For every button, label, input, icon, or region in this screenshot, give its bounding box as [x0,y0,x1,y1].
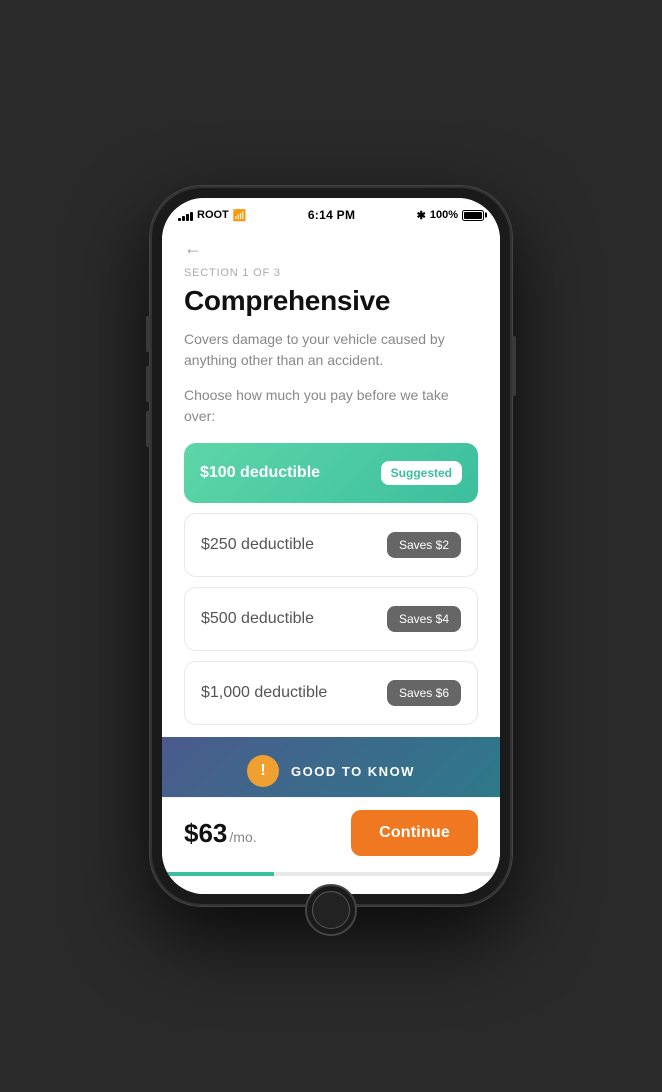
signal-bar-4 [190,212,193,221]
signal-bar-2 [182,216,185,221]
battery-percent: 100% [430,209,458,221]
carrier-name: ROOT [197,209,229,221]
option-500-deductible[interactable]: $500 deductible Saves $4 [184,587,478,651]
suggested-badge: Suggested [381,461,462,485]
option-500-label: $500 deductible [201,610,314,628]
deductible-options: $100 deductible Suggested $250 deductibl… [184,443,478,725]
battery-icon [462,210,484,221]
home-button[interactable] [305,884,357,936]
description-text: Covers damage to your vehicle caused by … [184,329,478,371]
phone-screen: ROOT 📶 6:14 PM ✱ 100% ← [162,198,500,894]
signal-bar-3 [186,214,189,221]
sub-description-text: Choose how much you pay before we take o… [184,385,478,427]
saves-4-badge: Saves $4 [387,606,461,632]
back-arrow-icon: ← [184,238,202,259]
bottom-bar: $63 /mo. Continue [162,797,500,872]
bluetooth-icon: ✱ [417,209,426,222]
option-100-label: $100 deductible [200,464,320,482]
section-label: SECTION 1 OF 3 [184,267,478,279]
saves-6-badge: Saves $6 [387,680,461,706]
phone-frame: ROOT 📶 6:14 PM ✱ 100% ← [150,186,512,906]
option-1000-label: $1,000 deductible [201,684,327,702]
option-1000-deductible[interactable]: $1,000 deductible Saves $6 [184,661,478,725]
saves-2-badge: Saves $2 [387,532,461,558]
back-button[interactable]: ← [184,238,202,259]
option-100-deductible[interactable]: $100 deductible Suggested [184,443,478,503]
status-left: ROOT 📶 [178,209,246,222]
app-content: ← SECTION 1 OF 3 Comprehensive Covers da… [162,226,500,797]
home-button-inner [312,891,350,929]
status-time: 6:14 PM [308,208,355,222]
wifi-icon: 📶 [233,209,247,222]
good-to-know-text: GOOD TO KNOW [291,764,415,779]
page-title: Comprehensive [184,285,478,317]
price-period: /mo. [229,829,256,845]
signal-bars [178,210,193,221]
signal-bar-1 [178,218,181,221]
status-right: ✱ 100% [417,209,484,222]
price-amount: $63 [184,818,227,849]
continue-button[interactable]: Continue [351,810,478,856]
good-to-know-icon: ! [247,755,279,787]
option-250-deductible[interactable]: $250 deductible Saves $2 [184,513,478,577]
price-display: $63 /mo. [184,818,257,849]
status-bar: ROOT 📶 6:14 PM ✱ 100% [162,198,500,226]
option-250-label: $250 deductible [201,536,314,554]
good-to-know-banner[interactable]: ! GOOD TO KNOW [162,737,500,797]
